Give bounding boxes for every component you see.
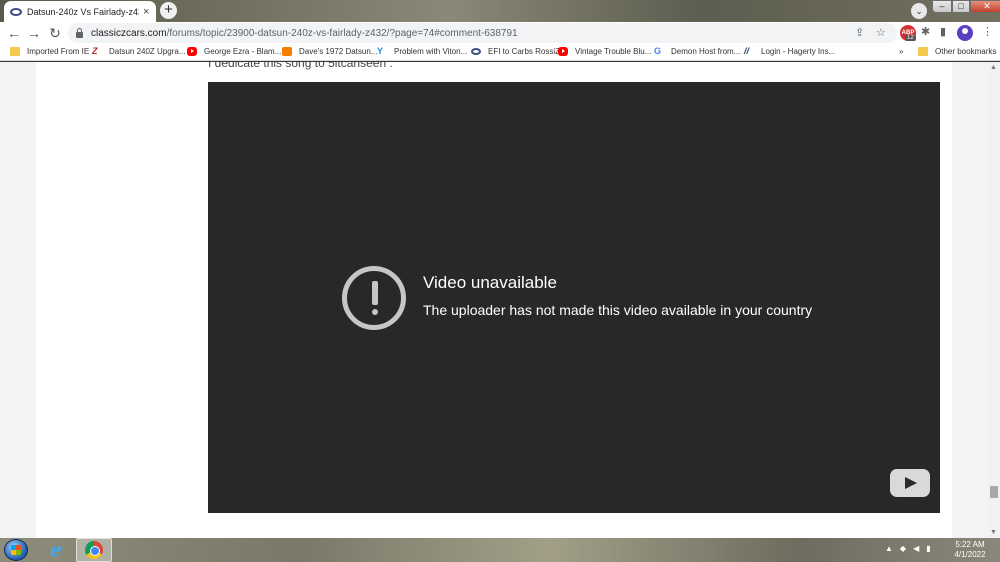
datsun-favicon-icon — [10, 7, 22, 16]
scroll-down-arrow-icon[interactable]: ▼ — [990, 529, 997, 536]
menu-kebab-icon[interactable]: ⋮ — [982, 25, 993, 38]
reload-button[interactable]: ↻ — [46, 24, 64, 42]
blogger-icon — [282, 47, 292, 56]
clock-time: 5:22 AM — [955, 540, 985, 549]
tab-title: Datsun-240z Vs Fairlady-z432 - F — [27, 6, 139, 17]
other-bookmarks-folder[interactable]: Other bookmarks — [918, 47, 996, 56]
bookmark-label: Demon Host from... — [671, 47, 741, 56]
bookmark-star-icon[interactable]: ☆ — [876, 26, 886, 39]
profile-avatar[interactable] — [957, 25, 973, 41]
side-panel-icon[interactable]: ▮ — [940, 25, 946, 38]
tab-search-button[interactable]: ⌄ — [911, 3, 927, 19]
tray-expand-icon[interactable]: ▲ — [885, 544, 893, 553]
bookmark-label: Login - Hagerty Ins... — [761, 47, 836, 56]
bookmark-label: Other bookmarks — [935, 47, 997, 56]
bookmark-daves-1972-datsun[interactable]: Dave's 1972 Datsun... — [282, 47, 377, 56]
network-icon[interactable]: ◆ — [900, 544, 906, 553]
google-icon: G — [654, 46, 662, 56]
chrome-taskbar-button[interactable] — [76, 538, 112, 562]
chrome-icon — [85, 541, 103, 559]
bookmark-efi-to-carbs[interactable]: EFI to Carbs RossiZ — [471, 47, 560, 56]
bookmark-imported-from-ie[interactable]: Imported From IE — [10, 47, 89, 56]
forward-button[interactable]: → — [25, 24, 43, 42]
video-unavailable-message: The uploader has not made this video ava… — [423, 302, 813, 318]
signal-icon[interactable]: ▮ — [926, 544, 930, 553]
close-window-button[interactable]: ✕ — [970, 0, 1000, 13]
bookmark-label: Imported From IE — [27, 47, 90, 56]
start-button[interactable] — [4, 539, 28, 561]
page-scrollbar[interactable]: ▲ ▼ — [988, 62, 1000, 538]
datsun-icon — [471, 48, 481, 55]
bookmarks-bar: Imported From IE Z Datsun 240Z Upgra... … — [0, 44, 1000, 61]
bookmark-vintage-trouble[interactable]: Vintage Trouble Blu... — [558, 47, 651, 56]
scrollbar-thumb[interactable] — [990, 486, 998, 498]
window-controls: – □ ✕ — [932, 0, 1000, 14]
address-bar[interactable]: classiczcars.com/forums/topic/23900-dats… — [68, 23, 897, 43]
post-text: I dedicate this song to 5ltcanseen : — [208, 62, 393, 70]
bookmark-label: Vintage Trouble Blu... — [575, 47, 652, 56]
y-logo-icon: Y — [377, 46, 384, 56]
youtube-icon — [187, 47, 197, 56]
youtube-logo-icon[interactable] — [890, 469, 930, 497]
video-unavailable-title: Video unavailable — [423, 273, 557, 292]
bookmark-label: EFI to Carbs RossiZ — [488, 47, 561, 56]
extension-badge-count: 12 — [905, 35, 916, 41]
folder-icon — [10, 47, 20, 56]
tab-close-icon[interactable]: × — [143, 6, 149, 18]
browser-toolbar: ← → ↻ classiczcars.com/forums/topic/2390… — [0, 22, 1000, 44]
bookmark-datsun-240z-upgrades[interactable]: Z Datsun 240Z Upgra... — [92, 46, 186, 57]
internet-explorer-icon: e — [49, 539, 63, 561]
youtube-icon — [558, 47, 568, 56]
address-url: classiczcars.com/forums/topic/23900-dats… — [91, 28, 518, 39]
z-logo-icon: Z — [92, 46, 98, 56]
bookmark-label: Problem with Viton... — [394, 47, 468, 56]
bookmark-label: Datsun 240Z Upgra... — [109, 47, 186, 56]
taskbar-clock[interactable]: 5:22 AM 4/1/2022 — [950, 540, 990, 560]
bookmark-label: Dave's 1972 Datsun... — [299, 47, 378, 56]
scroll-up-arrow-icon[interactable]: ▲ — [990, 64, 997, 71]
back-button[interactable]: ← — [5, 24, 23, 42]
web-page: I dedicate this song to 5ltcanseen : Vid… — [0, 62, 988, 538]
tab-strip: Datsun-240z Vs Fairlady-z432 - F × + ⌄ –… — [0, 0, 1000, 22]
windows-taskbar: e ▲ ◆ ◀ ▮ 5:22 AM 4/1/2022 — [0, 538, 1000, 562]
bookmark-george-ezra[interactable]: George Ezra - Blam... — [187, 47, 281, 56]
hagerty-icon: // — [744, 46, 750, 56]
volume-icon[interactable]: ◀ — [913, 544, 919, 553]
clock-date: 4/1/2022 — [954, 550, 986, 559]
extensions-puzzle-icon[interactable]: ✱ — [921, 25, 930, 38]
maximize-button[interactable]: □ — [952, 0, 970, 13]
url-path: /forums/topic/23900-datsun-240z-vs-fairl… — [166, 27, 518, 39]
share-icon[interactable]: ⇪ — [855, 26, 864, 39]
warning-icon — [342, 266, 406, 330]
bookmarks-overflow-button[interactable]: » — [899, 47, 903, 56]
url-domain: classiczcars.com — [91, 27, 167, 39]
new-tab-button[interactable]: + — [160, 2, 177, 19]
internet-explorer-taskbar-button[interactable]: e — [38, 538, 74, 562]
tab-active[interactable]: Datsun-240z Vs Fairlady-z432 - F × — [4, 1, 156, 22]
forum-post-panel: I dedicate this song to 5ltcanseen : Vid… — [36, 62, 952, 538]
embedded-video-player[interactable]: Video unavailable The uploader has not m… — [208, 82, 940, 513]
bookmark-label: George Ezra - Blam... — [204, 47, 282, 56]
system-tray: ▲ ◆ ◀ ▮ — [885, 544, 931, 553]
lock-icon[interactable] — [76, 27, 83, 38]
folder-icon — [918, 47, 928, 56]
bookmark-problem-with-viton[interactable]: Y Problem with Viton... — [377, 46, 468, 57]
minimize-button[interactable]: – — [932, 0, 952, 13]
bookmark-demon-host[interactable]: G Demon Host from... — [654, 46, 741, 57]
bookmark-hagerty-login[interactable]: // Login - Hagerty Ins... — [744, 46, 836, 57]
